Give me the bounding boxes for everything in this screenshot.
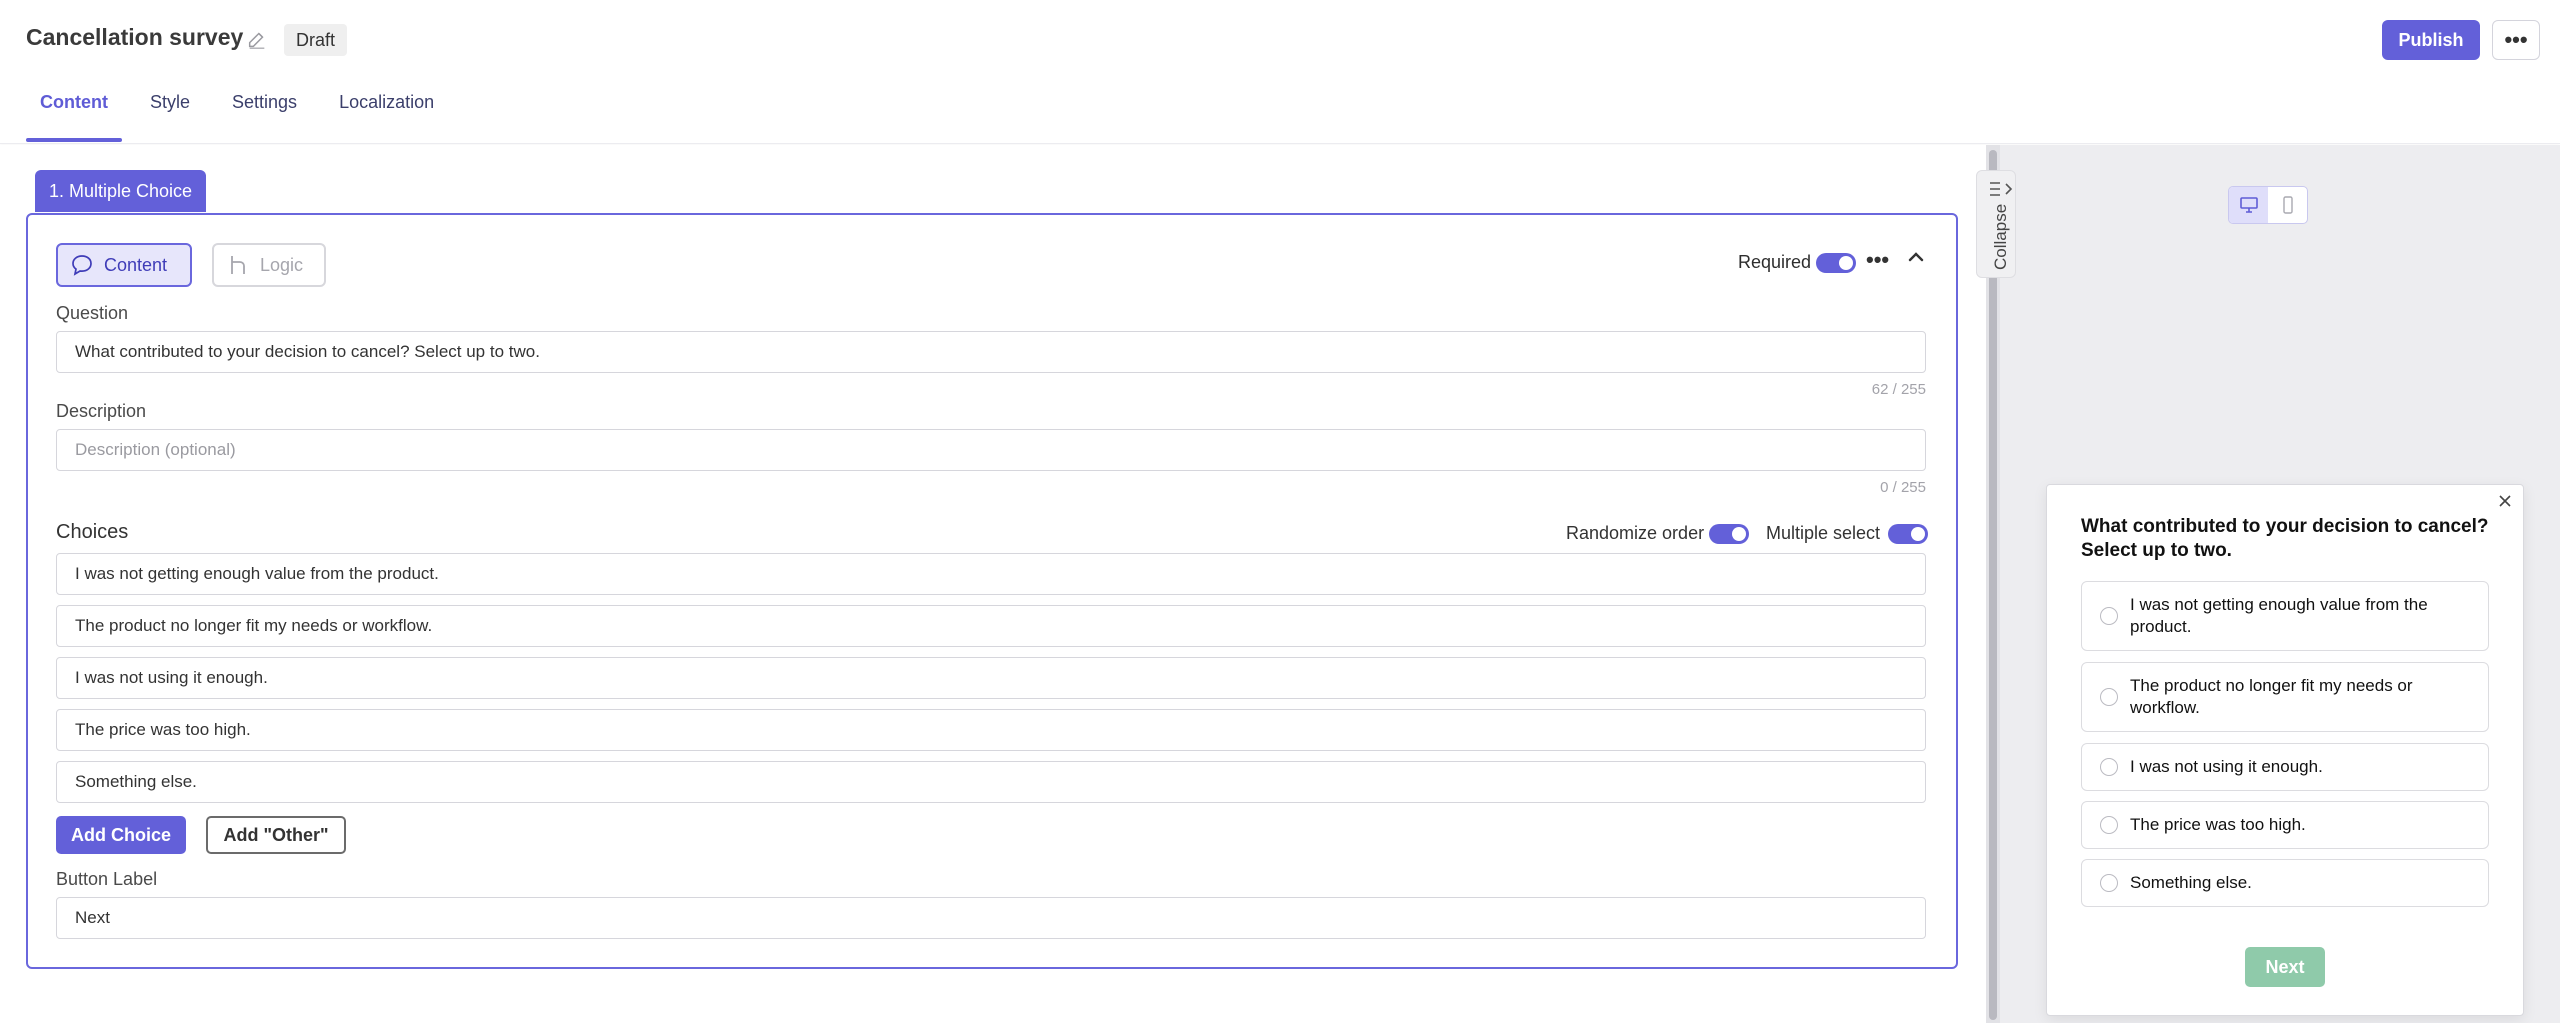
choice-input[interactable]: I was not using it enough. bbox=[56, 657, 1926, 699]
tab-settings[interactable]: Settings bbox=[218, 84, 311, 142]
survey-preview-card: What contributed to your decision to can… bbox=[2046, 484, 2524, 1016]
tab-content[interactable]: Content bbox=[26, 84, 122, 142]
preview-question: What contributed to your decision to can… bbox=[2081, 516, 2489, 561]
collapse-menu-icon[interactable] bbox=[1988, 180, 2018, 198]
editor-scrollbar-thumb[interactable] bbox=[1989, 150, 1997, 1020]
survey-title[interactable]: Cancellation survey bbox=[26, 24, 243, 51]
multiple-select-label: Multiple select bbox=[1766, 523, 1881, 543]
description-label: Description bbox=[56, 401, 147, 421]
required-label: Required bbox=[1738, 252, 1812, 272]
preview-option[interactable]: The product no longer fit my needs or wo… bbox=[2081, 662, 2489, 732]
question-editor: 1. Multiple Choice Content Logic Require… bbox=[0, 145, 1986, 1023]
checkbox-icon[interactable] bbox=[2100, 688, 2118, 706]
randomize-order-toggle[interactable] bbox=[1709, 524, 1749, 544]
preview-option-label: I was not using it enough. bbox=[2130, 757, 2323, 776]
close-icon[interactable] bbox=[2497, 493, 2513, 509]
required-toggle[interactable] bbox=[1816, 253, 1856, 273]
question-char-counter: 62 / 255 bbox=[1871, 381, 1926, 398]
preview-next-button[interactable]: Next bbox=[2245, 947, 2325, 987]
checkbox-icon[interactable] bbox=[2100, 874, 2118, 892]
editor-header: Cancellation survey Draft Publish ••• Co… bbox=[0, 0, 2560, 144]
mode-logic-label: Logic bbox=[260, 254, 304, 275]
preview-option-label: Something else. bbox=[2130, 873, 2252, 892]
checkbox-icon[interactable] bbox=[2100, 758, 2118, 776]
choice-input[interactable]: I was not getting enough value from the … bbox=[56, 553, 1926, 595]
choice-input[interactable]: The price was too high. bbox=[56, 709, 1926, 751]
speech-bubble-icon bbox=[72, 255, 92, 276]
collapse-label[interactable]: Collapse bbox=[1991, 204, 2011, 270]
add-choice-button[interactable]: Add Choice bbox=[56, 816, 186, 854]
multiple-select-toggle[interactable] bbox=[1888, 524, 1928, 544]
pencil-icon[interactable] bbox=[246, 28, 268, 50]
branch-icon bbox=[231, 256, 245, 274]
more-options-button[interactable]: ••• bbox=[2492, 20, 2540, 60]
preview-option-label: I was not getting enough value from the … bbox=[2130, 595, 2428, 636]
choice-input[interactable]: Something else. bbox=[56, 761, 1926, 803]
mobile-preview-button[interactable] bbox=[2268, 187, 2307, 223]
tab-style[interactable]: Style bbox=[136, 84, 204, 142]
checkbox-icon[interactable] bbox=[2100, 816, 2118, 834]
preview-option-label: The product no longer fit my needs or wo… bbox=[2130, 676, 2413, 717]
choices-label: Choices bbox=[56, 521, 129, 543]
editor-tabs: Content Style Settings Localization bbox=[26, 84, 462, 142]
desktop-preview-button[interactable] bbox=[2229, 187, 2268, 223]
description-char-counter: 0 / 255 bbox=[1880, 479, 1926, 496]
preview-option-label: The price was too high. bbox=[2130, 815, 2306, 834]
add-other-button[interactable]: Add "Other" bbox=[206, 816, 346, 854]
device-toggle bbox=[2228, 186, 2308, 224]
button-label-input[interactable]: Next bbox=[56, 897, 1926, 939]
phone-icon bbox=[2282, 196, 2293, 214]
chevron-up-icon[interactable] bbox=[1904, 245, 1928, 269]
mode-logic-button[interactable]: Logic bbox=[212, 243, 326, 287]
tab-localization[interactable]: Localization bbox=[325, 84, 448, 142]
monitor-icon bbox=[2239, 197, 2258, 213]
question-type-tab[interactable]: 1. Multiple Choice bbox=[35, 170, 207, 212]
description-input[interactable]: Description (optional) bbox=[56, 429, 1926, 471]
randomize-order-label: Randomize order bbox=[1566, 523, 1705, 543]
mode-content-button[interactable]: Content bbox=[56, 243, 192, 287]
button-label-title: Button Label bbox=[56, 869, 158, 889]
publish-button[interactable]: Publish bbox=[2382, 20, 2480, 60]
choice-input[interactable]: The product no longer fit my needs or wo… bbox=[56, 605, 1926, 647]
question-input[interactable]: What contributed to your decision to can… bbox=[56, 331, 1926, 373]
preview-option[interactable]: The price was too high. bbox=[2081, 801, 2489, 849]
question-label: Question bbox=[56, 303, 129, 323]
status-badge: Draft bbox=[284, 24, 348, 56]
checkbox-icon[interactable] bbox=[2100, 607, 2118, 625]
question-card: Content Logic Required ••• Question What… bbox=[26, 213, 1958, 969]
question-more-button[interactable]: ••• bbox=[1866, 247, 1889, 273]
preview-option[interactable]: Something else. bbox=[2081, 859, 2489, 907]
preview-option[interactable]: I was not using it enough. bbox=[2081, 743, 2489, 791]
preview-option[interactable]: I was not getting enough value from the … bbox=[2081, 581, 2489, 651]
mode-content-label: Content bbox=[104, 254, 168, 275]
